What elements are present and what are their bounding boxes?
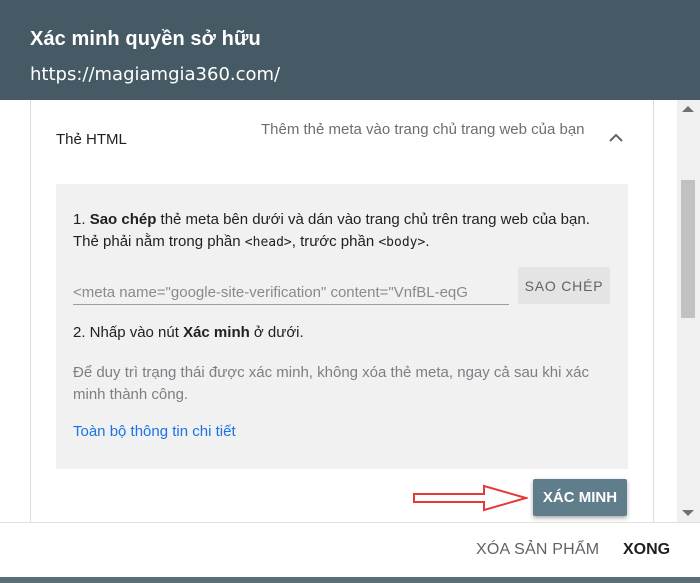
arrow-right-icon bbox=[413, 484, 528, 512]
background-strip bbox=[0, 577, 700, 583]
method-name: Thẻ HTML bbox=[56, 131, 127, 148]
body-tag: <body> bbox=[378, 235, 426, 250]
copy-button[interactable]: SAO CHÉP bbox=[518, 267, 610, 304]
scroll-up-icon[interactable] bbox=[682, 106, 694, 112]
meta-tag-field[interactable] bbox=[73, 280, 509, 305]
method-description: Thêm thẻ meta vào trang chủ trang web củ… bbox=[261, 121, 585, 138]
step-2-text: 2. Nhấp vào nút Xác minh ở dưới. bbox=[73, 324, 304, 341]
step-1-text: 1. Sao chép thẻ meta bên dưới và dán vào… bbox=[73, 211, 590, 250]
dialog-footer: XÓA SẢN PHẨM XONG bbox=[0, 522, 700, 583]
dialog-content: Thẻ HTML Thêm thẻ meta vào trang chủ tra… bbox=[0, 100, 677, 522]
keep-verified-note: Để duy trì trạng thái được xác minh, khô… bbox=[73, 364, 589, 403]
dialog-title: Xác minh quyền sở hữu bbox=[30, 28, 261, 50]
remove-property-button[interactable]: XÓA SẢN PHẨM bbox=[476, 541, 599, 559]
verification-method-card: Thẻ HTML Thêm thẻ meta vào trang chủ tra… bbox=[30, 100, 654, 522]
full-details-link[interactable]: Toàn bộ thông tin chi tiết bbox=[73, 423, 236, 440]
chevron-up-icon[interactable] bbox=[605, 127, 627, 149]
instructions-panel: 1. Sao chép thẻ meta bên dưới và dán vào… bbox=[56, 184, 628, 469]
scrollbar-thumb[interactable] bbox=[681, 180, 695, 318]
dialog-header: Xác minh quyền sở hữu https://magiamgia3… bbox=[0, 0, 700, 100]
done-button[interactable]: XONG bbox=[623, 541, 670, 559]
verify-button[interactable]: XÁC MINH bbox=[533, 479, 627, 516]
head-tag: <head> bbox=[244, 235, 292, 250]
scrollbar[interactable] bbox=[677, 100, 700, 522]
property-url: https://magiamgia360.com/ bbox=[30, 64, 281, 85]
verify-ownership-dialog: Xác minh quyền sở hữu https://magiamgia3… bbox=[0, 0, 700, 583]
scroll-down-icon[interactable] bbox=[682, 510, 694, 516]
